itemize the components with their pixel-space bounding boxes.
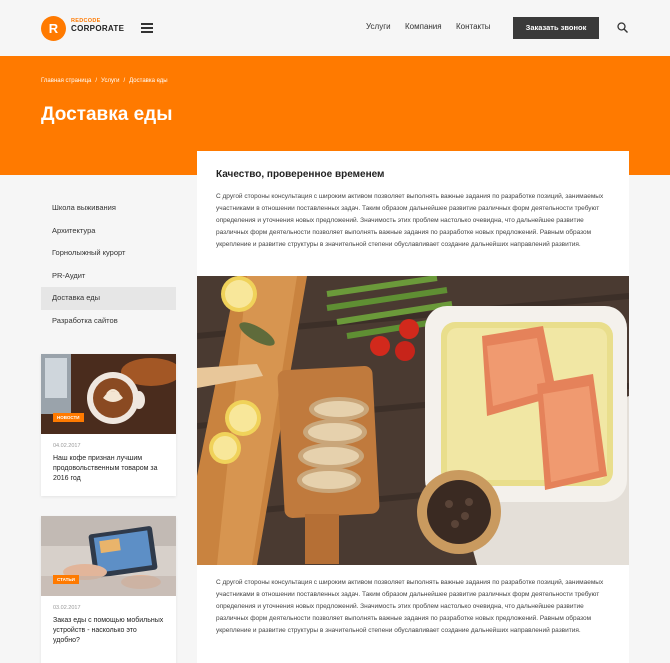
nav-contacts[interactable]: Контакты: [456, 22, 491, 31]
breadcrumb-home[interactable]: Главная страница: [41, 78, 91, 84]
search-icon[interactable]: [617, 22, 628, 33]
main-content: Качество, проверенное временем С другой …: [197, 151, 629, 663]
site-header: R REDCODE CORPORATE Услуги Компания Конт…: [0, 0, 670, 56]
mobile-device-image[interactable]: СТАТЬИ: [41, 516, 176, 596]
food-photo: [197, 276, 629, 565]
page-title: Доставка еды: [41, 104, 173, 125]
sidebar-item-ski-resort[interactable]: Горнолыжный курорт: [41, 242, 176, 265]
sidebar-item-food-delivery[interactable]: Доставка еды: [41, 287, 176, 310]
sidebar-item-architecture[interactable]: Архитектура: [41, 220, 176, 243]
category-badge: СТАТЬИ: [53, 575, 79, 584]
sidebar-menu: Школа выживания Архитектура Горнолыжный …: [41, 197, 176, 332]
body-paragraph: С другой стороны консультация с широким …: [216, 579, 604, 634]
intro-paragraph: С другой стороны консультация с широким …: [216, 193, 604, 248]
sidebar-item-survival-school[interactable]: Школа выживания: [41, 197, 176, 220]
logo-icon[interactable]: R: [41, 16, 66, 41]
section-title: Качество, проверенное временем: [216, 169, 385, 180]
card-title[interactable]: Заказ еды с помощью мобильных устройств …: [53, 616, 164, 646]
sidebar-item-web-development[interactable]: Разработка сайтов: [41, 310, 176, 333]
order-call-button[interactable]: Заказать звонок: [513, 17, 599, 39]
card-date: 04.02.2017: [53, 443, 81, 449]
breadcrumb-services[interactable]: Услуги: [101, 78, 119, 84]
card-date: 03.02.2017: [53, 605, 81, 611]
breadcrumb-separator: /: [95, 78, 98, 84]
breadcrumb: Главная страница / Услуги / Доставка еды: [41, 78, 168, 84]
nav-services[interactable]: Услуги: [366, 22, 391, 31]
breadcrumb-current: Доставка еды: [129, 78, 168, 84]
logo-brand[interactable]: CORPORATE: [71, 24, 124, 33]
breadcrumb-separator: /: [123, 78, 126, 84]
category-badge: НОВОСТИ: [53, 413, 84, 422]
hamburger-icon[interactable]: [141, 23, 153, 33]
article-card[interactable]: СТАТЬИ 03.02.2017 Заказ еды с помощью мо…: [41, 516, 176, 663]
news-card[interactable]: НОВОСТИ 04.02.2017 Наш кофе признан лучш…: [41, 354, 176, 496]
coffee-image[interactable]: НОВОСТИ: [41, 354, 176, 434]
card-title[interactable]: Наш кофе признан лучшим продовольственны…: [53, 454, 164, 484]
sidebar-item-pr-audit[interactable]: PR-Аудит: [41, 265, 176, 288]
nav-company[interactable]: Компания: [405, 22, 442, 31]
